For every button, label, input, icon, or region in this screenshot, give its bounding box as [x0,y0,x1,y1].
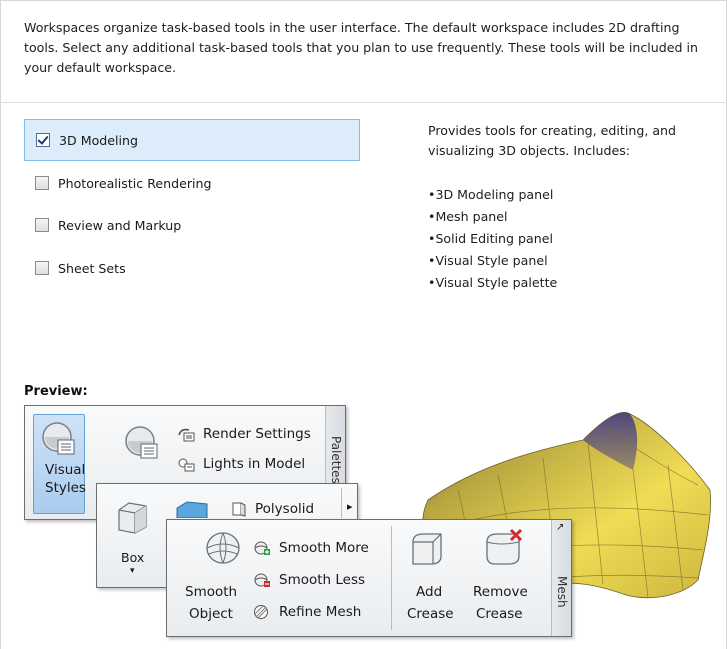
smooth-less-label: Smooth Less [279,572,366,588]
refine-mesh-icon [254,605,268,619]
add-crease-icon[interactable] [407,530,447,568]
mesh-panel-title: Mesh [555,576,569,608]
mesh-panel: Smooth Object Smooth More Smooth Less Re… [166,519,572,637]
visual-styles-label-1: Visual [45,462,86,478]
list-item: 3D Modeling panel [428,184,557,206]
option-3d-modeling[interactable]: 3D Modeling [24,119,360,161]
palettes-panel-title: Palettes [329,436,343,484]
option-label: Photorealistic Rendering [58,175,212,191]
smooth-more-button[interactable]: Smooth More [253,540,369,556]
option-label: Review and Markup [58,217,182,233]
list-item: Visual Style palette [428,272,557,294]
option-photorealistic-rendering[interactable]: Photorealistic Rendering [24,162,360,204]
box-icon [118,502,147,534]
preview-label: Preview: [24,384,88,399]
dialog-launcher-icon[interactable]: ↗ [556,522,564,533]
option-label: 3D Modeling [59,132,138,148]
list-item: Visual Style panel [428,250,557,272]
smooth-more-icon [254,541,270,555]
lights-in-model-icon [178,458,195,472]
divider [391,526,392,630]
smooth-object-icon[interactable] [203,530,243,566]
list-item: Solid Editing panel [428,228,557,250]
checkbox-sheet-sets[interactable] [35,261,49,275]
panel-expand-arrow[interactable]: ▸ [347,500,353,513]
lights-in-model-label: Lights in Model [203,456,306,472]
refine-mesh-button[interactable]: Refine Mesh [253,604,361,620]
remove-crease-label-2: Crease [476,606,523,622]
smooth-less-icon [254,573,270,587]
checkbox-3d-modeling[interactable] [36,133,50,147]
polysolid-button[interactable]: Polysolid [229,501,314,517]
smooth-more-label: Smooth More [279,540,369,556]
box-label[interactable]: Box [121,550,144,565]
option-review-and-markup[interactable]: Review and Markup [24,204,360,246]
frame-border [0,0,1,649]
smooth-object-label-1: Smooth [185,584,238,600]
lights-in-model-button[interactable]: Lights in Model [177,456,305,472]
remove-crease-icon[interactable] [481,528,525,568]
list-item: Mesh panel [428,206,557,228]
remove-crease-label-1: Remove [473,584,528,600]
included-items-list: 3D Modeling panel Mesh panel Solid Editi… [428,184,557,294]
intro-text: Workspaces organize task-based tools in … [24,20,698,75]
smooth-object-label-2: Object [189,606,233,622]
render-settings-icon [178,428,195,442]
smooth-less-button[interactable]: Smooth Less [253,572,365,588]
divider [0,102,727,103]
refine-mesh-label: Refine Mesh [279,604,362,620]
extrude-icon[interactable] [173,498,211,518]
add-crease-label-1: Add [416,584,443,600]
visual-styles-label-2: Styles [45,480,86,496]
frame-border [0,0,727,1]
add-crease-label-2: Crease [407,606,454,622]
visual-styles-icon [42,422,75,455]
render-settings-label: Render Settings [203,426,311,442]
visual-style-manager-icon[interactable] [123,424,161,462]
workspace-setup-page: Workspaces organize task-based tools in … [0,0,727,649]
box-dropdown-arrow[interactable]: ▾ [130,566,135,576]
option-label: Sheet Sets [58,260,126,276]
polysolid-icon [232,502,246,517]
polysolid-label: Polysolid [255,501,315,517]
option-description: Provides tools for creating, editing, an… [428,123,677,158]
render-settings-button[interactable]: Render Settings [177,426,311,442]
divider [341,488,342,518]
checkbox-review-and-markup[interactable] [35,218,49,232]
checkbox-photorealistic-rendering[interactable] [35,176,49,190]
option-sheet-sets[interactable]: Sheet Sets [24,247,360,289]
